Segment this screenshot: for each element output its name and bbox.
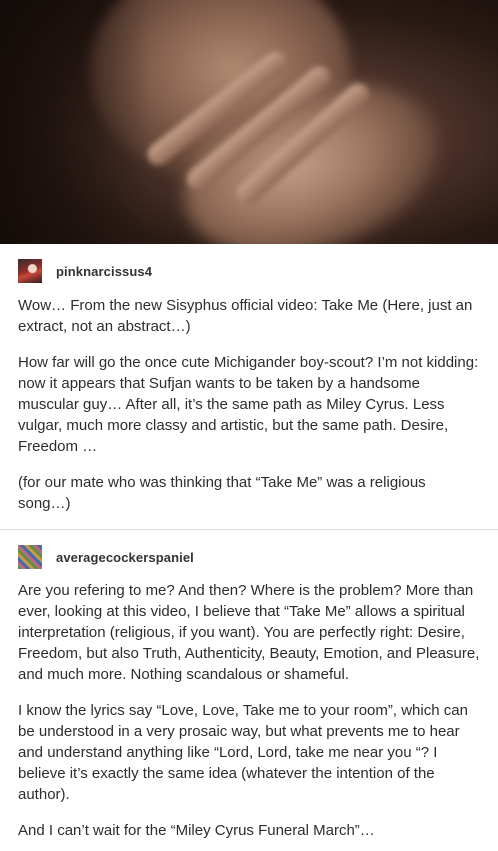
avatar[interactable] [18, 545, 42, 569]
post-header: pinknarcissus4 [18, 259, 152, 283]
avatar[interactable] [18, 259, 42, 283]
username[interactable]: pinknarcissus4 [56, 264, 152, 279]
post-text: And I can’t wait for the “Miley Cyrus Fu… [18, 822, 375, 839]
username[interactable]: averagecockerspaniel [56, 550, 194, 565]
photo-shadow [0, 0, 150, 244]
post-text: I know the lyrics say “Love, Love, Take … [18, 702, 468, 803]
post-header: averagecockerspaniel [18, 545, 194, 569]
post-divider [0, 529, 498, 530]
post-photo[interactable] [0, 0, 498, 244]
post-text: (for our mate who was thinking that “Tak… [18, 474, 426, 512]
post-text: How far will go the once cute Michigande… [18, 354, 479, 455]
post-text: Are you refering to me? And then? Where … [18, 582, 480, 683]
post-text: Wow… From the new Sisyphus official vide… [18, 297, 473, 335]
